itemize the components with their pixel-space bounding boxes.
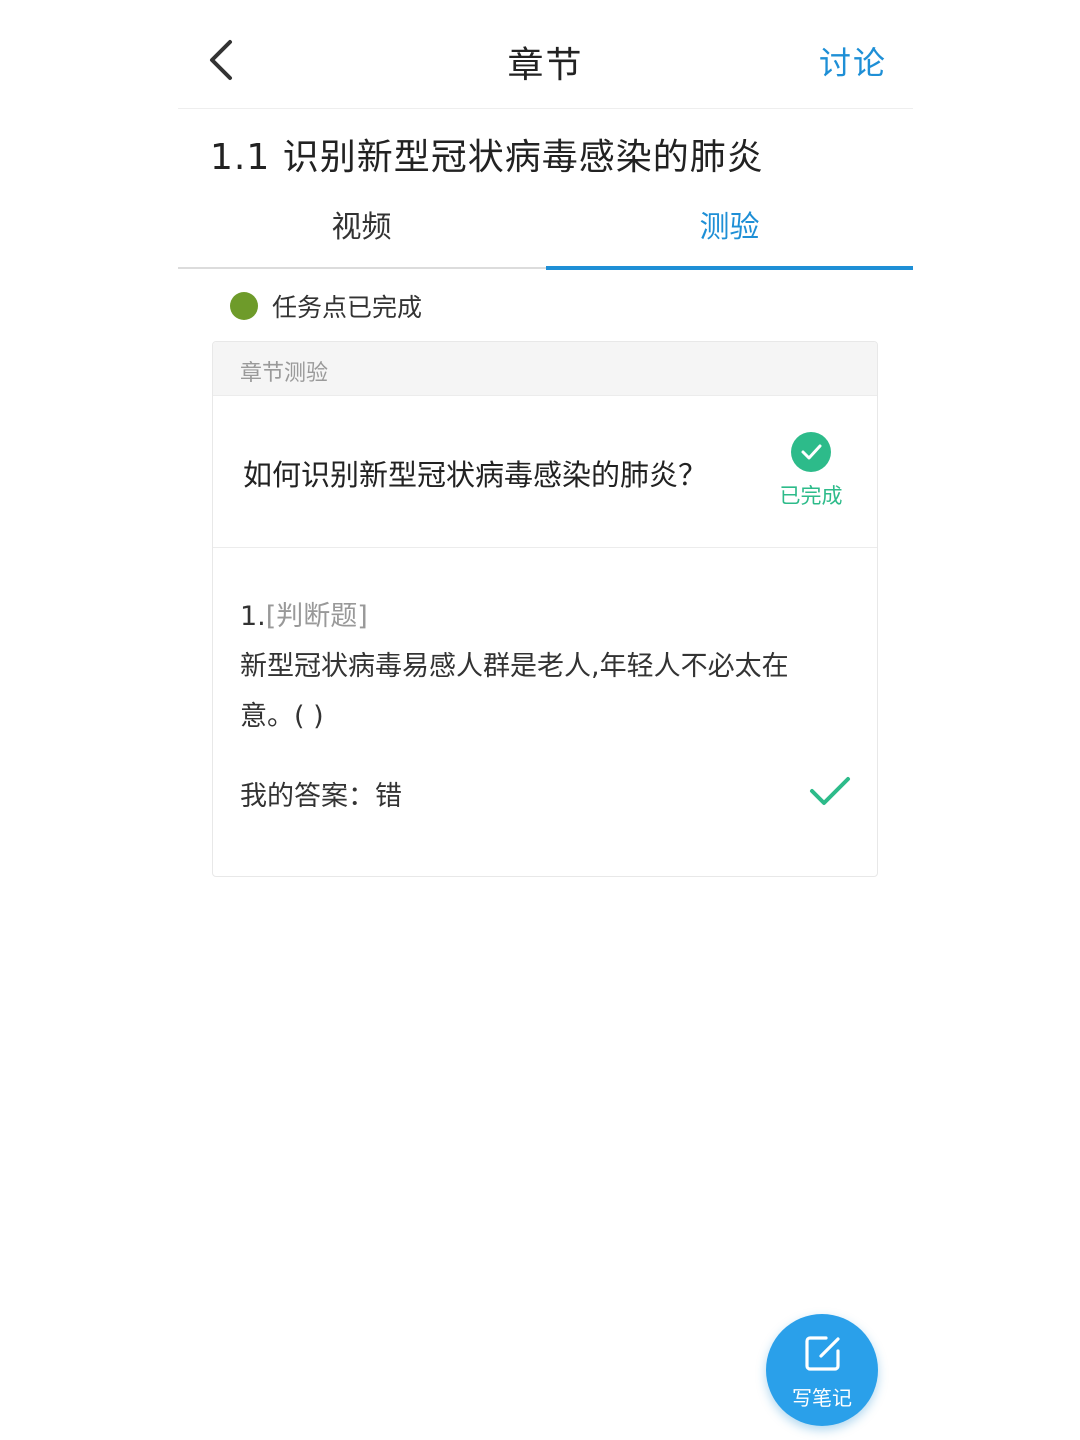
write-note-label: 写笔记 bbox=[792, 1386, 852, 1410]
tab-bar: 视频 测验 bbox=[178, 190, 913, 270]
card-header: 章节测验 bbox=[213, 342, 877, 396]
done-label: 已完成 bbox=[779, 484, 843, 508]
active-tab-indicator bbox=[546, 266, 913, 270]
tab-video[interactable]: 视频 bbox=[178, 190, 545, 270]
question-block: 1.[判断题] 新型冠状病毒易感人群是老人,年轻人不必太在意。( ) bbox=[240, 592, 850, 742]
answer-label: 我的答案： bbox=[240, 781, 375, 812]
edit-note-icon bbox=[805, 1336, 840, 1371]
top-bar: 章节 讨论 bbox=[178, 0, 913, 109]
question-number: 1. bbox=[240, 601, 266, 632]
tab-quiz[interactable]: 测验 bbox=[546, 190, 913, 270]
question-type: [判断题] bbox=[265, 601, 368, 632]
checkmark-icon bbox=[810, 777, 850, 805]
write-note-button[interactable]: 写笔记 bbox=[766, 1314, 878, 1426]
quiz-row[interactable]: 如何识别新型冠状病毒感染的肺炎？ 已完成 bbox=[213, 396, 877, 548]
answer-row: 我的答案：错 bbox=[240, 777, 850, 817]
task-status-text: 任务点已完成 bbox=[272, 293, 423, 322]
task-status: 任务点已完成 bbox=[230, 290, 422, 322]
card-header-label: 章节测验 bbox=[240, 361, 329, 386]
done-badge: 已完成 bbox=[773, 432, 849, 510]
quiz-card: 章节测验 如何识别新型冠状病毒感染的肺炎？ 已完成 1.[判断题] 新型冠状病毒… bbox=[212, 341, 878, 877]
check-circle-icon bbox=[791, 432, 831, 472]
app-screen: 章节 讨论 1.1 识别新型冠状病毒感染的肺炎 视频 测验 任务点已完成 章节测… bbox=[178, 0, 913, 1440]
answer-value: 错 bbox=[375, 781, 402, 812]
quiz-title: 如何识别新型冠状病毒感染的肺炎？ bbox=[243, 458, 708, 492]
chapter-heading: 1.1 识别新型冠状病毒感染的肺炎 bbox=[210, 137, 764, 178]
question-header: 1.[判断题] bbox=[240, 592, 850, 642]
question-text: 新型冠状病毒易感人群是老人,年轻人不必太在意。( ) bbox=[240, 651, 789, 732]
status-dot-icon bbox=[230, 292, 258, 320]
page-title: 章节 bbox=[507, 45, 584, 86]
discuss-link[interactable]: 讨论 bbox=[819, 38, 887, 84]
